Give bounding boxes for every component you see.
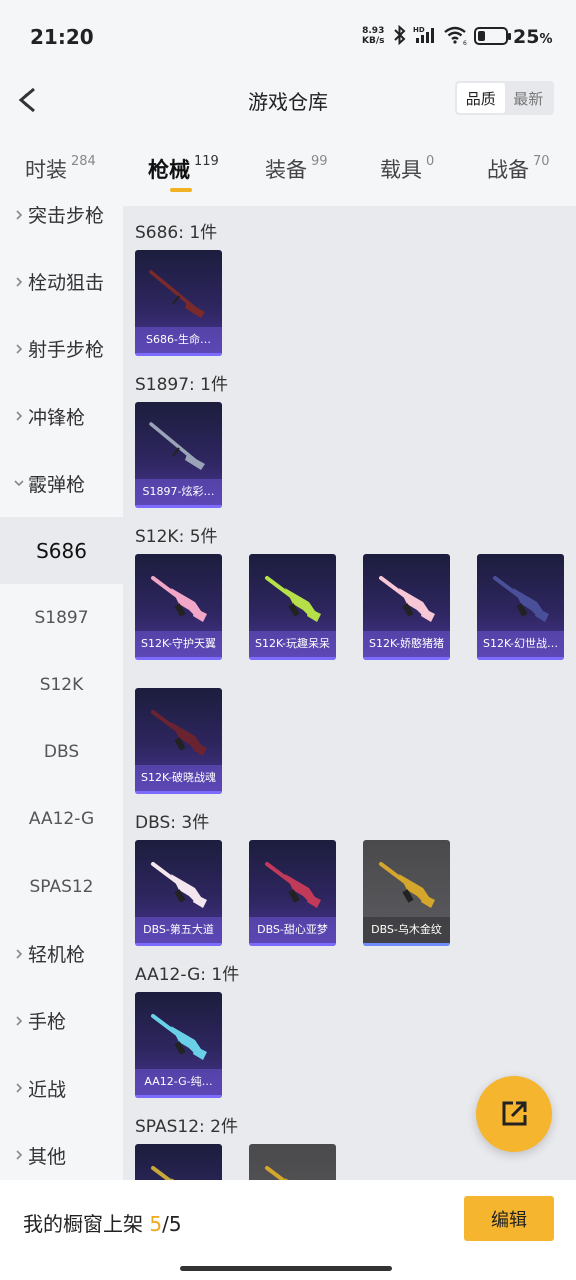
weapon-name: DBS-乌木金纹: [363, 917, 450, 943]
bluetooth-icon: [394, 25, 406, 45]
share-external-icon: [502, 1101, 527, 1126]
bottom-bar: 我的橱窗上架 5/5 编辑: [0, 1180, 576, 1280]
sort-latest-button[interactable]: 最新: [505, 83, 553, 113]
chevron-right-icon: [12, 1015, 26, 1027]
edit-button[interactable]: 编辑: [464, 1196, 554, 1241]
chevron-right-icon: [12, 1149, 26, 1161]
tab-fashion[interactable]: 时装 284: [25, 154, 96, 184]
active-tab-indicator: [170, 188, 192, 192]
sidebar-item-label: 突击步枪: [28, 206, 105, 227]
sidebar-item-13[interactable]: 近战: [0, 1055, 123, 1122]
tab-supplies[interactable]: 战备 70: [487, 154, 550, 184]
showcase-counter: 我的橱窗上架 5/5: [23, 1212, 182, 1236]
chevron-down-icon: [12, 477, 26, 489]
chevron-right-icon: [12, 209, 26, 221]
sidebar-item-14[interactable]: 其他: [0, 1122, 123, 1180]
share-button[interactable]: [476, 1076, 552, 1152]
sidebar-item-label: 轻机枪: [28, 944, 86, 967]
chevron-right-icon: [12, 1082, 26, 1094]
section-title: DBS: 3件: [135, 813, 210, 833]
weapon-name: AA12-G-纯…: [135, 1069, 222, 1095]
sidebar-item-2[interactable]: 射手步枪: [0, 315, 123, 382]
weapon-card[interactable]: S12K-娇憨猪猪: [363, 554, 450, 660]
section-title: S686: 1件: [135, 223, 218, 243]
status-bar: 21:20 8.93 KB/s HD 6 25%: [0, 0, 576, 72]
section-title: S1897: 1件: [135, 375, 229, 395]
sidebar-item-label: 射手步枪: [28, 339, 105, 362]
sidebar-item-label: 栓动狙击: [28, 272, 105, 295]
sidebar-item-label: SPAS12: [29, 876, 94, 897]
section-title: SPAS12: 2件: [135, 1117, 238, 1137]
weapon-card[interactable]: AA12-G-纯…: [135, 992, 222, 1098]
weapon-name: DBS-甜心亚梦: [249, 917, 336, 943]
sidebar-item-label: 霰弹枪: [28, 473, 86, 496]
weapon-card[interactable]: DBS-第五大道: [135, 840, 222, 946]
weapon-name: S12K-娇憨猪猪: [363, 631, 450, 657]
weapon-card[interactable]: [135, 1144, 222, 1180]
sidebar-item-8[interactable]: DBS: [0, 719, 123, 786]
sidebar-item-5[interactable]: S686: [0, 517, 123, 584]
weapon-card[interactable]: S1897-炫彩…: [135, 402, 222, 508]
sidebar-item-7[interactable]: S12K: [0, 651, 123, 718]
status-time: 21:20: [30, 25, 94, 49]
sidebar-item-11[interactable]: 轻机枪: [0, 920, 123, 987]
category-tabs: 时装 284 枪械 119 装备 99 载具 0 战备 70: [0, 134, 576, 206]
sidebar-item-9[interactable]: AA12-G: [0, 786, 123, 853]
home-indicator[interactable]: [180, 1266, 392, 1271]
sidebar-item-label: 其他: [28, 1145, 67, 1168]
chevron-right-icon: [12, 948, 26, 960]
svg-text:HD: HD: [413, 26, 425, 34]
weapon-card[interactable]: S12K-破晓战魂: [135, 688, 222, 794]
weapon-name: S12K-守护天翼: [135, 631, 222, 657]
sidebar-item-label: AA12-G: [28, 809, 95, 830]
weapon-card[interactable]: S686-生命…: [135, 250, 222, 356]
weapon-name: S12K-破晓战魂: [135, 765, 222, 791]
battery-icon: [474, 27, 511, 45]
weapon-card[interactable]: [249, 1144, 336, 1180]
sidebar-item-label: 手枪: [28, 1011, 67, 1034]
sidebar-item-12[interactable]: 手枪: [0, 987, 123, 1054]
sidebar-item-label: S686: [36, 538, 87, 563]
hd-signal-icon: HD: [413, 26, 434, 43]
tab-vehicles[interactable]: 载具 0: [380, 154, 434, 184]
weapon-grid: S686: 1件 S686-生命… S1897: 1件 S1897-炫彩… S12K: …: [123, 206, 576, 1180]
section-title: S12K: 5件: [135, 527, 218, 547]
chevron-right-icon: [12, 343, 26, 355]
chevron-right-icon: [12, 410, 26, 422]
weapon-name: S12K-玩趣呆呆: [249, 631, 336, 657]
net-speed: 8.93 KB/s: [362, 26, 385, 46]
chevron-right-icon: [12, 276, 26, 288]
section-title: AA12-G: 1件: [135, 965, 240, 985]
sidebar-item-label: S1897: [34, 607, 89, 628]
sidebar-item-3[interactable]: 冲锋枪: [0, 383, 123, 450]
sidebar-item-6[interactable]: S1897: [0, 584, 123, 651]
sidebar-item-0[interactable]: 突击步枪: [0, 206, 123, 248]
battery-percent: 25%: [513, 26, 553, 48]
svg-text:6: 6: [463, 40, 467, 45]
wifi-icon: 6: [444, 26, 467, 45]
sidebar-item-label: S12K: [39, 674, 84, 695]
weapon-card[interactable]: DBS-甜心亚梦: [249, 840, 336, 946]
weapon-name: S12K-幻世战…: [477, 631, 564, 657]
sidebar-item-label: DBS: [43, 742, 80, 763]
sidebar-item-10[interactable]: SPAS12: [0, 853, 123, 920]
tab-equipment[interactable]: 装备 99: [265, 154, 328, 184]
sidebar-item-label: 近战: [28, 1078, 67, 1101]
header: 游戏仓库 品质 最新: [0, 72, 576, 134]
sidebar-item-4[interactable]: 霰弹枪: [0, 450, 123, 517]
weapon-name: S1897-炫彩…: [135, 479, 222, 505]
sidebar-item-label: 冲锋枪: [28, 406, 86, 429]
weapon-card[interactable]: DBS-乌木金纹: [363, 840, 450, 946]
weapon-name: DBS-第五大道: [135, 917, 222, 943]
sidebar-item-1[interactable]: 栓动狙击: [0, 248, 123, 315]
sort-toggle: 品质 最新: [455, 81, 554, 115]
sort-quality-button[interactable]: 品质: [457, 83, 505, 113]
weapon-card[interactable]: S12K-玩趣呆呆: [249, 554, 336, 660]
sidebar: 突击步枪栓动狙击射手步枪冲锋枪霰弹枪 S686 S1897 S12K DBS AA12-G…: [0, 206, 123, 1180]
tab-firearms[interactable]: 枪械 119: [148, 154, 219, 184]
weapon-card[interactable]: S12K-幻世战…: [477, 554, 564, 660]
weapon-card[interactable]: S12K-守护天翼: [135, 554, 222, 660]
weapon-name: S686-生命…: [135, 327, 222, 353]
